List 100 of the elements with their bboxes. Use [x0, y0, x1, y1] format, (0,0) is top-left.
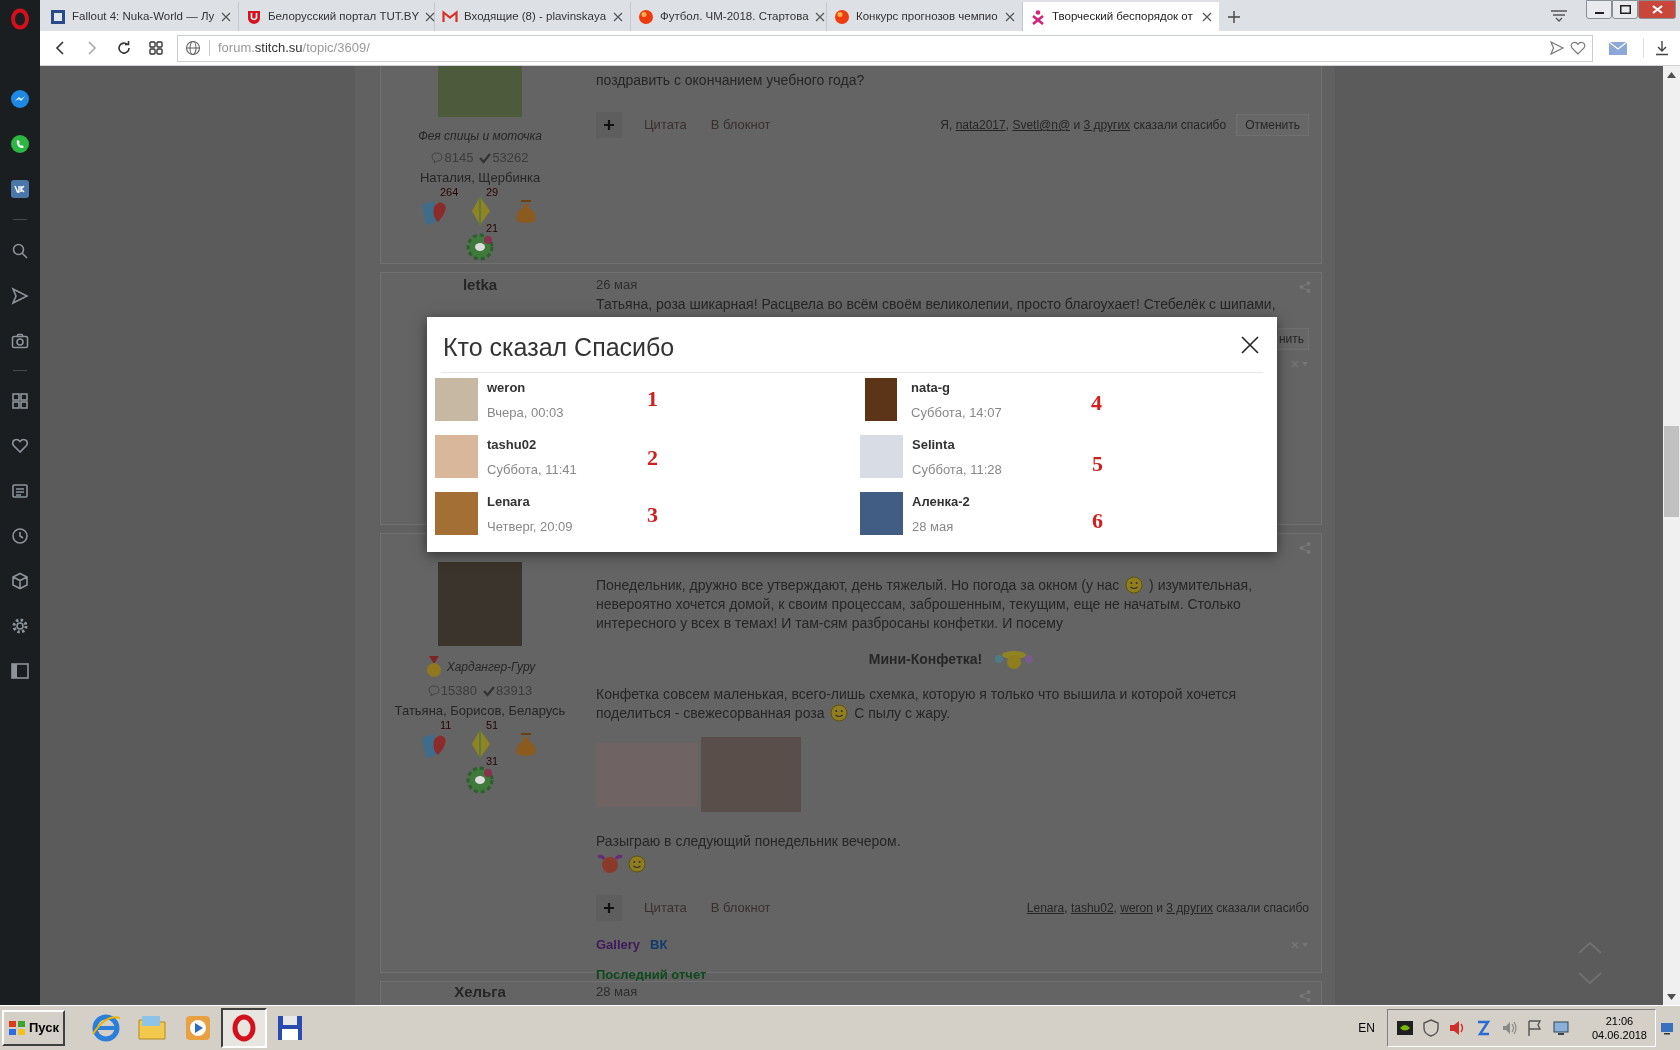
user-link[interactable]: weron — [487, 378, 647, 398]
thanks-time: Суббота, 11:28 — [912, 460, 1003, 479]
annotation-number: 6 — [1092, 507, 1103, 535]
news-icon[interactable] — [11, 481, 29, 500]
avatar-photo — [435, 435, 478, 478]
grid-icon[interactable] — [11, 391, 29, 410]
award-count: 29 — [486, 186, 499, 198]
maximize-button[interactable] — [1612, 0, 1638, 19]
smiley-icon — [830, 704, 849, 722]
language-indicator[interactable]: EN — [1358, 1019, 1375, 1037]
post-text: Татьяна, роза шикарная! Расцвела во всём своём великолепии, просто благоухает! Стебелёк с шипами, — [596, 296, 1277, 312]
dialog-title: Кто сказал Спасибо — [442, 331, 676, 363]
download-icon[interactable] — [1654, 40, 1670, 56]
scroll-down-arrow-icon[interactable] — [1667, 993, 1676, 1000]
flower-icon — [464, 764, 496, 796]
close-button[interactable] — [1239, 333, 1261, 356]
award-count: 264 — [440, 186, 459, 198]
comment-icon — [431, 151, 444, 164]
shield-icon[interactable] — [1421, 1019, 1440, 1037]
heart-icon[interactable] — [1570, 40, 1586, 56]
chat-bubble-icon[interactable] — [10, 133, 30, 154]
sidebar-toggle-icon[interactable] — [11, 662, 29, 679]
flag-icon[interactable] — [1525, 1019, 1544, 1037]
messenger-icon[interactable] — [10, 88, 30, 109]
minimize-button[interactable] — [1586, 0, 1612, 19]
chip-icon[interactable] — [1395, 1019, 1414, 1037]
user-link[interactable]: 3 других — [1166, 901, 1213, 915]
post-text: Понедельник, дружно все утверждают, день тяжелый. Но погода за окном (у нас ) изумительная, невероятно хочется домой, к своим процессам, заброшенным, текущим, еще не начатым. Столько интересного у всех в темах! И там-сям разбросаны конфетки. И посему — [596, 576, 1254, 633]
author-name[interactable]: Хельга — [454, 983, 506, 1000]
send-icon[interactable] — [1549, 40, 1565, 56]
scrollbar-thumb[interactable] — [1664, 426, 1679, 517]
award-count: 31 — [486, 755, 499, 767]
speaker-icon[interactable] — [1447, 1019, 1466, 1037]
close-icon[interactable] — [613, 11, 623, 22]
plus-button[interactable] — [596, 895, 622, 921]
annotation-number: 3 — [647, 501, 658, 529]
cancel-button[interactable]: Отменить — [1236, 114, 1309, 136]
grinning-smiley-icon — [596, 853, 624, 875]
camera-icon[interactable] — [11, 331, 29, 350]
signature-link[interactable]: ВК — [650, 935, 668, 955]
clock-time[interactable]: 21:06 — [1605, 1014, 1634, 1028]
plus-icon — [1228, 10, 1240, 23]
minimize-icon — [1594, 12, 1604, 14]
site-icon — [50, 8, 66, 25]
annotation-number: 5 — [1092, 450, 1103, 478]
scroll-up-arrow-icon[interactable] — [1667, 71, 1676, 78]
avatar-photo — [865, 378, 897, 421]
user-link[interactable]: Lenara — [487, 492, 647, 512]
close-icon[interactable] — [425, 11, 436, 22]
close-icon — [1241, 335, 1259, 354]
user-link[interactable]: Selinta — [912, 435, 1072, 455]
author-name[interactable]: letka — [462, 276, 498, 293]
user-link[interactable]: tashu02 — [1070, 901, 1114, 915]
user-location: Татьяна, Борисов, Беларусь — [394, 701, 566, 720]
reload-icon — [116, 40, 132, 56]
globe-icon — [185, 40, 201, 56]
taskbar-button[interactable] — [221, 1008, 267, 1048]
close-icon[interactable] — [1202, 11, 1212, 22]
signature-link[interactable]: Последний отчет — [596, 964, 707, 984]
user-link[interactable]: 3 других — [1083, 118, 1131, 132]
close-icon[interactable] — [221, 11, 231, 22]
user-link[interactable]: Svetl@n@ — [1012, 118, 1071, 132]
user-link[interactable]: tashu02 — [487, 435, 647, 455]
signature-link[interactable]: Gallery — [596, 935, 641, 955]
url-text: forum.stitch.su/topic/3609/ — [218, 39, 370, 58]
avatar-photo — [860, 492, 903, 535]
close-icon — [1651, 5, 1663, 14]
start-button[interactable]: Пуск — [2, 1010, 65, 1046]
user-link[interactable]: nata2017 — [955, 118, 1006, 132]
thanks-line: Я, nata2017, Svetl@n@ и 3 других сказали спасибо — [940, 117, 1227, 134]
smiley-icon — [628, 855, 646, 873]
clock-date[interactable]: 04.06.2018 — [1591, 1028, 1647, 1042]
network-icon[interactable] — [1551, 1019, 1570, 1037]
send-icon[interactable] — [11, 286, 29, 305]
thanks-time: Суббота, 11:41 — [487, 460, 578, 479]
close-icon[interactable] — [814, 11, 825, 22]
post-text: Конфетка совсем маленькая, всего-лишь схемка, которую я только что вышила и которой хочется поделиться - свежесорванная роза С пылу с жару. — [596, 685, 1238, 723]
post-text: поздравить с окончанием учебного года? — [596, 71, 866, 90]
user-link[interactable]: nata-g — [911, 378, 1071, 398]
cube-icon[interactable] — [11, 571, 29, 590]
browser-tab[interactable]: Творческий беспорядок от — [1023, 2, 1219, 31]
show-desktop-icon[interactable] — [1660, 1021, 1674, 1035]
comment-icon — [427, 684, 440, 697]
social-icon[interactable] — [10, 178, 30, 199]
settings-icon[interactable] — [11, 616, 29, 635]
clock-icon[interactable] — [11, 526, 29, 545]
close-icon[interactable] — [1005, 11, 1015, 22]
opera-logo-icon[interactable] — [9, 8, 31, 30]
search-icon[interactable] — [11, 241, 29, 260]
award-count: 11 — [440, 719, 452, 731]
plus-button[interactable] — [596, 112, 622, 138]
thanks-time: Суббота, 14:07 — [911, 403, 1003, 422]
ball-icon — [638, 8, 654, 25]
user-link[interactable]: weron — [1120, 901, 1153, 915]
heart-icon[interactable] — [11, 436, 29, 455]
user-link[interactable]: Аленка-2 — [912, 492, 1072, 512]
tab-menu-icon[interactable] — [1550, 8, 1568, 23]
address-field[interactable]: forum.stitch.su/topic/3609/ — [177, 34, 1593, 62]
post-heading: Мини-Конфетка! — [868, 649, 983, 669]
plus-icon — [604, 903, 614, 913]
